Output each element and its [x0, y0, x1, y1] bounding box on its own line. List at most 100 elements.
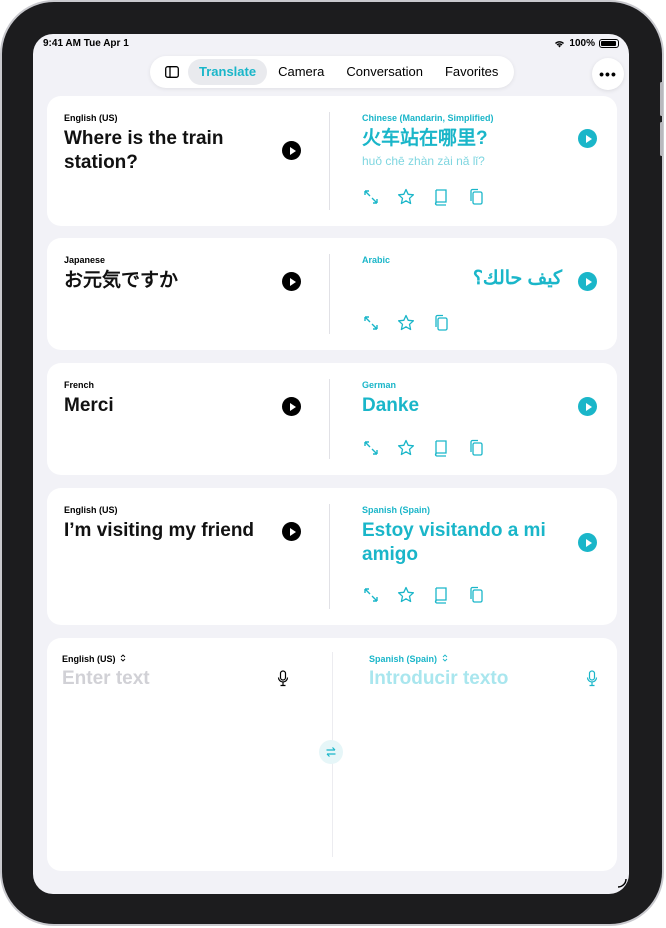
play-source-button[interactable]: [282, 272, 301, 291]
chevron-updown-icon: [442, 654, 447, 662]
copy-button[interactable]: [467, 188, 485, 206]
source-text-input[interactable]: Enter text: [62, 668, 150, 690]
source-language-label: Japanese: [64, 255, 106, 265]
expand-icon: [364, 316, 378, 330]
tab-camera[interactable]: Camera: [267, 59, 335, 85]
source-language-label: French: [64, 380, 95, 390]
target-language-label: Spanish (Spain): [362, 505, 431, 515]
target-text: كيف حالك؟: [472, 268, 562, 289]
star-icon: [397, 439, 415, 456]
card-actions: [362, 439, 485, 457]
divider: [329, 504, 330, 609]
play-icon: [289, 527, 296, 536]
book-icon: [434, 440, 447, 457]
play-icon: [585, 402, 592, 411]
play-icon: [289, 277, 296, 286]
play-target-button[interactable]: [578, 397, 597, 416]
microphone-icon: [586, 670, 598, 687]
tab-bar: Translate Camera Conversation Favorites: [150, 56, 514, 88]
volume-button: [660, 82, 663, 116]
target-language-picker[interactable]: Spanish (Spain): [369, 654, 448, 664]
divider: [329, 112, 330, 210]
target-text: 火车站在哪里?: [362, 128, 488, 149]
translation-card[interactable]: French Merci German Danke: [47, 363, 617, 475]
source-language-picker[interactable]: English (US): [62, 654, 126, 664]
romanization-text: huǒ chē zhàn zài nǎ lǐ?: [362, 154, 485, 168]
target-text: Danke: [362, 395, 420, 416]
favorite-button[interactable]: [397, 314, 415, 332]
chevron-updown-icon: [120, 654, 126, 662]
ellipsis-icon: •••: [599, 66, 617, 82]
status-time: 9:41 AM Tue Apr 1: [43, 38, 129, 49]
expand-icon: [364, 441, 378, 455]
copy-button[interactable]: [432, 314, 450, 332]
expand-icon: [364, 190, 378, 204]
source-language-name: English (US): [62, 654, 116, 664]
book-icon: [434, 189, 447, 206]
swap-icon: [326, 747, 336, 757]
play-source-button[interactable]: [282, 522, 301, 541]
star-icon: [397, 586, 415, 603]
tab-translate[interactable]: Translate: [188, 59, 268, 85]
input-card: English (US) Enter text Spanish (Spain) …: [47, 638, 617, 871]
more-button[interactable]: •••: [592, 58, 624, 90]
expand-button[interactable]: [362, 586, 380, 604]
star-icon: [397, 188, 415, 205]
status-right: 100%: [554, 38, 619, 49]
volume-button: [660, 122, 663, 156]
favorite-button[interactable]: [397, 586, 415, 604]
card-actions: [362, 586, 485, 604]
tab-favorites[interactable]: Favorites: [434, 59, 509, 85]
target-text-output: Introducir texto: [369, 668, 509, 689]
divider: [329, 254, 330, 334]
target-dictation-button[interactable]: [586, 670, 598, 692]
translation-card[interactable]: Japanese お元気ですか Arabic كيف حالك؟: [47, 238, 617, 350]
sidebar-toggle-button[interactable]: [156, 56, 188, 88]
resize-corner-icon: [617, 878, 627, 888]
play-source-button[interactable]: [282, 141, 301, 160]
copy-icon: [470, 188, 483, 205]
dictionary-button[interactable]: [432, 188, 450, 206]
play-target-button[interactable]: [578, 272, 597, 291]
source-text: Where is the train station?: [64, 128, 224, 173]
expand-button[interactable]: [362, 439, 380, 457]
card-actions: [362, 314, 450, 332]
translation-card[interactable]: English (US) Where is the train station?…: [47, 96, 617, 226]
play-icon: [289, 146, 296, 155]
target-language-label: Chinese (Mandarin, Simplified): [362, 113, 494, 123]
play-icon: [289, 402, 296, 411]
play-target-button[interactable]: [578, 533, 597, 552]
source-language-label: English (US): [64, 113, 118, 123]
copy-button[interactable]: [467, 439, 485, 457]
wifi-icon: [555, 40, 565, 47]
source-text: お元気ですか: [64, 270, 179, 291]
expand-button[interactable]: [362, 188, 380, 206]
tab-conversation[interactable]: Conversation: [335, 59, 434, 85]
target-language-label: Arabic: [362, 255, 391, 265]
swap-languages-button[interactable]: [319, 740, 343, 764]
card-actions: [362, 188, 485, 206]
play-source-button[interactable]: [282, 397, 301, 416]
dictionary-button[interactable]: [432, 439, 450, 457]
sidebar-icon: [165, 66, 179, 78]
expand-icon: [364, 588, 378, 602]
favorite-button[interactable]: [397, 439, 415, 457]
translation-card[interactable]: English (US) I’m visiting my friend Span…: [47, 488, 617, 625]
favorite-button[interactable]: [397, 188, 415, 206]
battery-percent: 100%: [569, 38, 595, 49]
play-target-button[interactable]: [578, 129, 597, 148]
screen: 9:41 AM Tue Apr 1 100% Translate Camera …: [33, 34, 629, 894]
star-icon: [397, 314, 415, 331]
target-language-label: German: [362, 380, 397, 390]
expand-button[interactable]: [362, 314, 380, 332]
source-text: I’m visiting my friend: [64, 520, 255, 541]
copy-button[interactable]: [467, 586, 485, 604]
source-language-label: English (US): [64, 505, 118, 515]
source-text: Merci: [64, 395, 114, 416]
play-icon: [585, 277, 592, 286]
dictionary-button[interactable]: [432, 586, 450, 604]
source-dictation-button[interactable]: [277, 670, 289, 692]
play-icon: [585, 134, 592, 143]
target-language-name: Spanish (Spain): [369, 654, 438, 664]
copy-icon: [435, 314, 448, 331]
